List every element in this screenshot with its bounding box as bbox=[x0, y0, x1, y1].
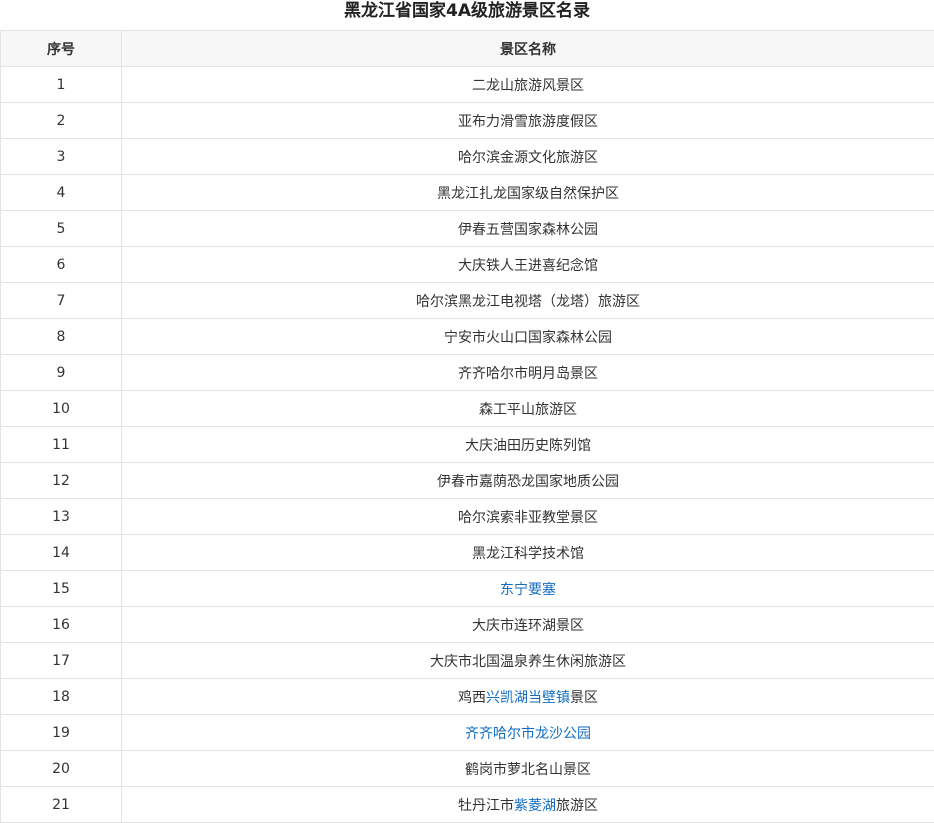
table-row: 1 二龙山旅游风景区 bbox=[1, 67, 934, 103]
row-number: 21 bbox=[1, 787, 122, 823]
row-number: 14 bbox=[1, 535, 122, 571]
row-number: 1 bbox=[1, 67, 122, 103]
scenic-area-text: 伊春五营国家森林公园 bbox=[458, 222, 598, 238]
table-header-row: 序号 景区名称 bbox=[1, 31, 934, 67]
scenic-area-name: 哈尔滨黑龙江电视塔（龙塔）旅游区 bbox=[122, 283, 934, 319]
scenic-area-text: 哈尔滨索非亚教堂景区 bbox=[458, 510, 598, 526]
table-row: 3 哈尔滨金源文化旅游区 bbox=[1, 139, 934, 175]
scenic-area-text: 鹤岗市萝北名山景区 bbox=[465, 762, 591, 778]
row-number: 9 bbox=[1, 355, 122, 391]
scenic-area-text: 大庆铁人王进喜纪念馆 bbox=[458, 258, 598, 274]
scenic-area-text: 鸡西 bbox=[458, 690, 486, 706]
table-row: 11 大庆油田历史陈列馆 bbox=[1, 427, 934, 463]
row-number: 17 bbox=[1, 643, 122, 679]
scenic-area-text: 黑龙江科学技术馆 bbox=[472, 546, 584, 562]
row-number: 12 bbox=[1, 463, 122, 499]
row-number: 10 bbox=[1, 391, 122, 427]
table-row: 18鸡西兴凯湖当壁镇景区 bbox=[1, 679, 934, 715]
table-body: 1 二龙山旅游风景区 2 亚布力滑雪旅游度假区 3 哈尔滨金源文化旅游区 4 黑龙江扎龙国家级… bbox=[1, 67, 934, 823]
row-number: 20 bbox=[1, 751, 122, 787]
scenic-area-name: 森工平山旅游区 bbox=[122, 391, 934, 427]
scenic-area-name: 大庆市北国温泉养生休闲旅游区 bbox=[122, 643, 934, 679]
scenic-area-text: 哈尔滨黑龙江电视塔（龙塔）旅游区 bbox=[416, 294, 640, 310]
table-row: 21牡丹江市紫菱湖旅游区 bbox=[1, 787, 934, 823]
scenic-area-text: 亚布力滑雪旅游度假区 bbox=[458, 114, 598, 130]
page-title: 黑龙江省国家4A级旅游景区名录 bbox=[0, 0, 934, 30]
row-number: 8 bbox=[1, 319, 122, 355]
scenic-area-text: 哈尔滨金源文化旅游区 bbox=[458, 150, 598, 166]
scenic-area-name: 东宁要塞 bbox=[122, 571, 934, 607]
row-number: 13 bbox=[1, 499, 122, 535]
scenic-area-text: 宁安市火山口国家森林公园 bbox=[444, 330, 612, 346]
scenic-area-link[interactable]: 东宁要塞 bbox=[500, 582, 556, 598]
table-row: 7 哈尔滨黑龙江电视塔（龙塔）旅游区 bbox=[1, 283, 934, 319]
scenic-area-name: 齐齐哈尔市明月岛景区 bbox=[122, 355, 934, 391]
scenic-area-text: 牡丹江市 bbox=[458, 798, 514, 814]
table-row: 20 鹤岗市萝北名山景区 bbox=[1, 751, 934, 787]
scenic-area-name: 宁安市火山口国家森林公园 bbox=[122, 319, 934, 355]
scenic-area-name: 哈尔滨金源文化旅游区 bbox=[122, 139, 934, 175]
scenic-area-text: 大庆市连环湖景区 bbox=[472, 618, 584, 634]
row-number: 15 bbox=[1, 571, 122, 607]
row-number: 6 bbox=[1, 247, 122, 283]
scenic-area-text: 森工平山旅游区 bbox=[479, 402, 577, 418]
table-row: 17 大庆市北国温泉养生休闲旅游区 bbox=[1, 643, 934, 679]
table-row: 6 大庆铁人王进喜纪念馆 bbox=[1, 247, 934, 283]
scenic-area-name: 大庆铁人王进喜纪念馆 bbox=[122, 247, 934, 283]
scenic-area-text: 大庆市北国温泉养生休闲旅游区 bbox=[430, 654, 626, 670]
scenic-area-text: 景区 bbox=[570, 690, 598, 706]
scenic-area-name: 牡丹江市紫菱湖旅游区 bbox=[122, 787, 934, 823]
scenic-area-link[interactable]: 兴凯湖当壁镇 bbox=[486, 690, 570, 706]
row-number: 5 bbox=[1, 211, 122, 247]
table-row: 8 宁安市火山口国家森林公园 bbox=[1, 319, 934, 355]
scenic-area-text: 二龙山旅游风景区 bbox=[472, 78, 584, 94]
column-header-number: 序号 bbox=[1, 31, 122, 67]
table-row: 12 伊春市嘉荫恐龙国家地质公园 bbox=[1, 463, 934, 499]
table-row: 5 伊春五营国家森林公园 bbox=[1, 211, 934, 247]
scenic-area-link[interactable]: 紫菱湖 bbox=[514, 798, 556, 814]
scenic-area-text: 伊春市嘉荫恐龙国家地质公园 bbox=[437, 474, 619, 490]
scenic-area-name: 亚布力滑雪旅游度假区 bbox=[122, 103, 934, 139]
table-row: 14 黑龙江科学技术馆 bbox=[1, 535, 934, 571]
row-number: 18 bbox=[1, 679, 122, 715]
scenic-area-name: 大庆市连环湖景区 bbox=[122, 607, 934, 643]
table-row: 13 哈尔滨索非亚教堂景区 bbox=[1, 499, 934, 535]
scenic-area-name: 黑龙江扎龙国家级自然保护区 bbox=[122, 175, 934, 211]
scenic-area-name: 鸡西兴凯湖当壁镇景区 bbox=[122, 679, 934, 715]
table-row: 19 齐齐哈尔市龙沙公园 bbox=[1, 715, 934, 751]
scenic-area-text: 旅游区 bbox=[556, 798, 598, 814]
column-header-name: 景区名称 bbox=[122, 31, 934, 67]
scenic-area-name: 鹤岗市萝北名山景区 bbox=[122, 751, 934, 787]
scenic-area-name: 黑龙江科学技术馆 bbox=[122, 535, 934, 571]
scenic-area-name: 二龙山旅游风景区 bbox=[122, 67, 934, 103]
scenic-area-name: 哈尔滨索非亚教堂景区 bbox=[122, 499, 934, 535]
scenic-area-table: 序号 景区名称 1 二龙山旅游风景区 2 亚布力滑雪旅游度假区 3 哈尔滨金源文化旅游区 4… bbox=[0, 30, 934, 823]
row-number: 2 bbox=[1, 103, 122, 139]
table-row: 9 齐齐哈尔市明月岛景区 bbox=[1, 355, 934, 391]
scenic-area-link[interactable]: 齐齐哈尔市龙沙公园 bbox=[465, 726, 591, 742]
scenic-area-text: 大庆油田历史陈列馆 bbox=[465, 438, 591, 454]
scenic-area-name: 伊春市嘉荫恐龙国家地质公园 bbox=[122, 463, 934, 499]
row-number: 19 bbox=[1, 715, 122, 751]
table-row: 10 森工平山旅游区 bbox=[1, 391, 934, 427]
table-row: 16 大庆市连环湖景区 bbox=[1, 607, 934, 643]
row-number: 16 bbox=[1, 607, 122, 643]
row-number: 11 bbox=[1, 427, 122, 463]
table-row: 4 黑龙江扎龙国家级自然保护区 bbox=[1, 175, 934, 211]
row-number: 7 bbox=[1, 283, 122, 319]
scenic-area-text: 齐齐哈尔市明月岛景区 bbox=[458, 366, 598, 382]
scenic-area-name: 伊春五营国家森林公园 bbox=[122, 211, 934, 247]
scenic-area-name: 齐齐哈尔市龙沙公园 bbox=[122, 715, 934, 751]
scenic-area-name: 大庆油田历史陈列馆 bbox=[122, 427, 934, 463]
scenic-area-text: 黑龙江扎龙国家级自然保护区 bbox=[437, 186, 619, 202]
row-number: 3 bbox=[1, 139, 122, 175]
table-row: 2 亚布力滑雪旅游度假区 bbox=[1, 103, 934, 139]
row-number: 4 bbox=[1, 175, 122, 211]
table-row: 15 东宁要塞 bbox=[1, 571, 934, 607]
